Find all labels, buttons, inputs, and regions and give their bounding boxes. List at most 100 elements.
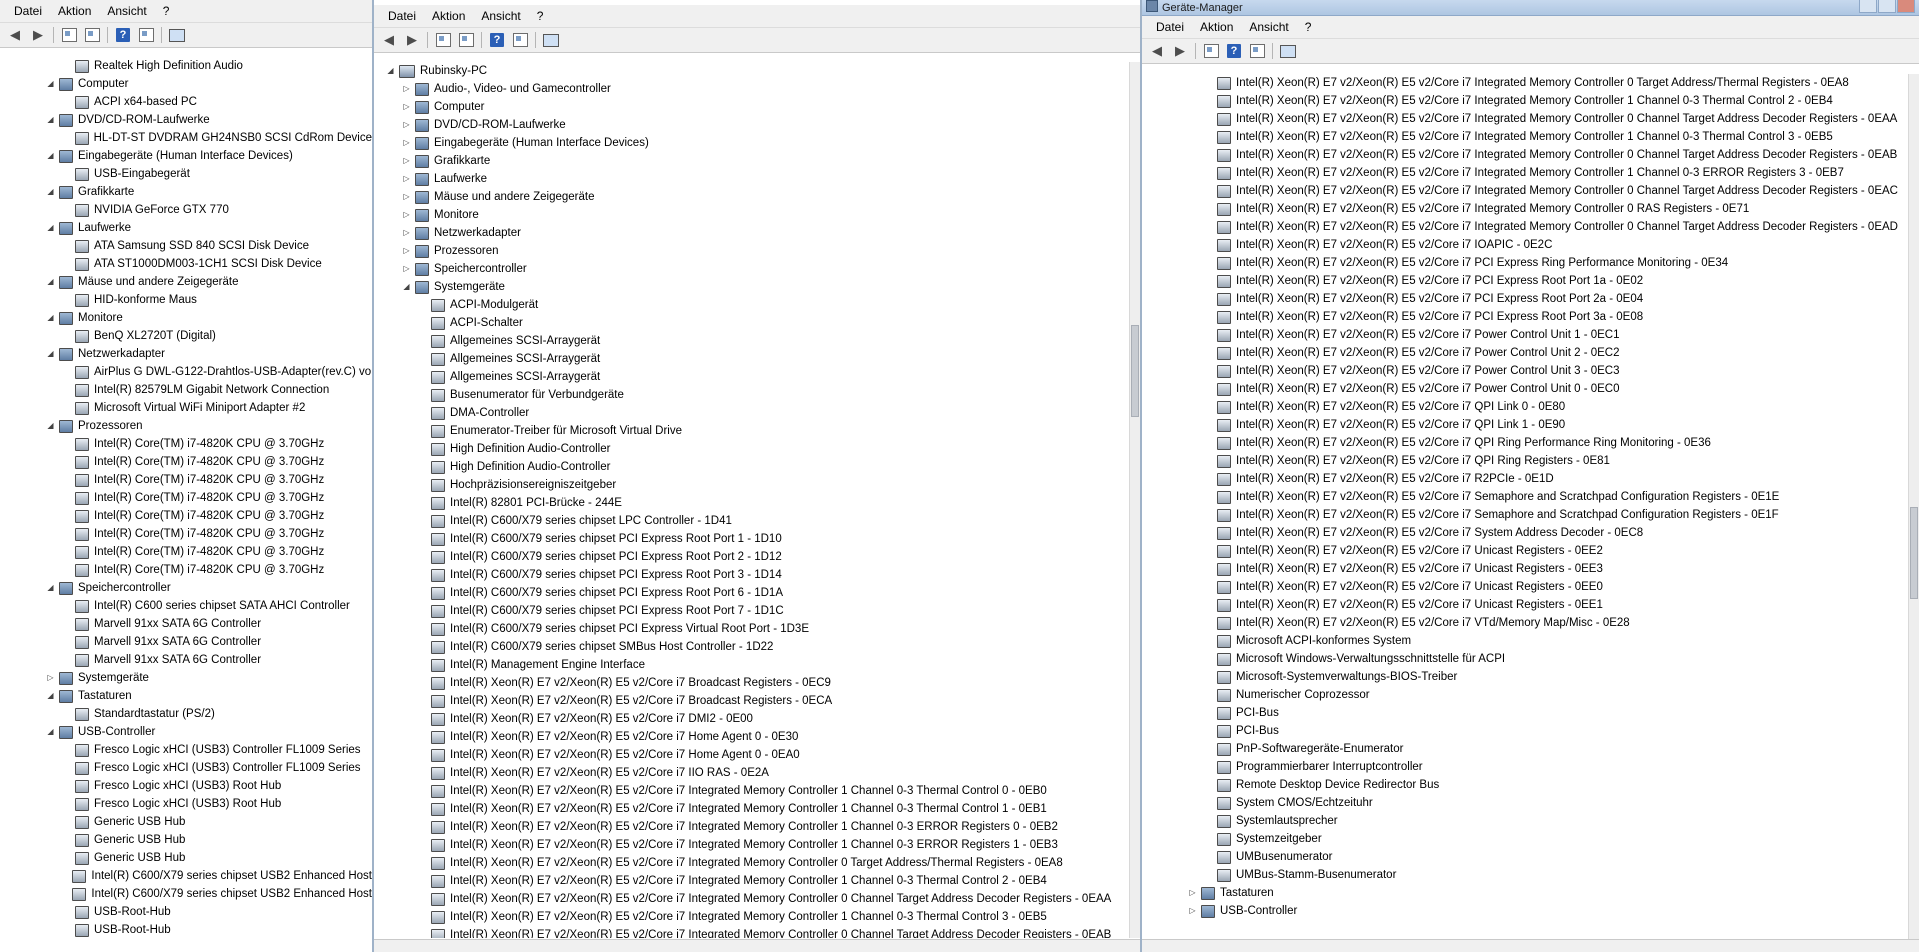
device-node[interactable]: Intel(R) Xeon(R) E7 v2/Xeon(R) E5 v2/Cor… <box>374 836 1140 854</box>
device-node[interactable]: Intel(R) Xeon(R) E7 v2/Xeon(R) E5 v2/Cor… <box>1142 362 1919 380</box>
device-node[interactable]: Intel(R) Xeon(R) E7 v2/Xeon(R) E5 v2/Cor… <box>1142 146 1919 164</box>
device-node[interactable]: UMBusenumerator <box>1142 848 1919 866</box>
device-node[interactable]: UMBus-Stamm-Busenumerator <box>1142 866 1919 884</box>
expand-arrow-icon[interactable]: ▷ <box>402 206 411 224</box>
category-node[interactable]: ▷ Computer <box>374 98 1140 116</box>
expand-arrow-icon[interactable]: ▷ <box>402 224 411 242</box>
device-node[interactable]: Allgemeines SCSI-Arraygerät <box>374 332 1140 350</box>
help-icon[interactable]: ? <box>114 26 132 44</box>
device-node[interactable]: ATA Samsung SSD 840 SCSI Disk Device <box>0 237 372 255</box>
device-node[interactable]: Intel(R) Xeon(R) E7 v2/Xeon(R) E5 v2/Cor… <box>1142 92 1919 110</box>
expand-arrow-icon[interactable]: ▷ <box>1188 884 1197 902</box>
device-node[interactable]: Intel(R) C600/X79 series chipset LPC Con… <box>374 512 1140 530</box>
collapse-arrow-icon[interactable]: ◢ <box>46 75 55 93</box>
device-node[interactable]: ACPI x64-based PC <box>0 93 372 111</box>
scan-hardware-icon[interactable] <box>1279 42 1297 60</box>
category-node[interactable]: ◢ Grafikkarte <box>0 183 372 201</box>
device-node[interactable]: Intel(R) C600/X79 series chipset USB2 En… <box>0 867 372 885</box>
device-node[interactable]: High Definition Audio-Controller <box>374 458 1140 476</box>
category-node[interactable]: ◢ Mäuse und andere Zeigegeräte <box>0 273 372 291</box>
menu-aktion[interactable]: Aktion <box>424 7 473 25</box>
device-node[interactable]: Intel(R) Xeon(R) E7 v2/Xeon(R) E5 v2/Cor… <box>1142 290 1919 308</box>
device-node[interactable]: Generic USB Hub <box>0 849 372 867</box>
device-node[interactable]: Intel(R) Core(TM) i7-4820K CPU @ 3.70GHz <box>0 525 372 543</box>
device-node[interactable]: Intel(R) Xeon(R) E7 v2/Xeon(R) E5 v2/Cor… <box>1142 182 1919 200</box>
expand-arrow-icon[interactable]: ▷ <box>402 80 411 98</box>
device-node[interactable]: Intel(R) Xeon(R) E7 v2/Xeon(R) E5 v2/Cor… <box>1142 236 1919 254</box>
collapse-arrow-icon[interactable]: ◢ <box>46 345 55 363</box>
device-node[interactable]: Intel(R) Xeon(R) E7 v2/Xeon(R) E5 v2/Cor… <box>1142 560 1919 578</box>
device-node[interactable]: Intel(R) Xeon(R) E7 v2/Xeon(R) E5 v2/Cor… <box>374 728 1140 746</box>
properties-icon[interactable] <box>83 26 101 44</box>
device-node[interactable]: Intel(R) Xeon(R) E7 v2/Xeon(R) E5 v2/Cor… <box>1142 524 1919 542</box>
category-node[interactable]: ◢ Computer <box>0 75 372 93</box>
device-node[interactable]: Microsoft Virtual WiFi Miniport Adapter … <box>0 399 372 417</box>
collapse-arrow-icon[interactable]: ◢ <box>46 687 55 705</box>
scan-hardware-icon[interactable] <box>168 26 186 44</box>
device-node[interactable]: Standardtastatur (PS/2) <box>0 705 372 723</box>
scrollbar-thumb[interactable] <box>1131 324 1139 417</box>
collapse-arrow-icon[interactable]: ◢ <box>46 111 55 129</box>
device-node[interactable]: Intel(R) Core(TM) i7-4820K CPU @ 3.70GHz <box>0 489 372 507</box>
device-node[interactable]: DMA-Controller <box>374 404 1140 422</box>
menu-ansicht[interactable]: Ansicht <box>1241 18 1296 36</box>
category-node[interactable]: ▷ Mäuse und andere Zeigegeräte <box>374 188 1140 206</box>
device-node[interactable]: Intel(R) C600 series chipset SATA AHCI C… <box>0 597 372 615</box>
collapse-arrow-icon[interactable]: ◢ <box>402 278 411 296</box>
device-node[interactable]: Intel(R) C600/X79 series chipset SMBus H… <box>374 638 1140 656</box>
scan-hardware-icon[interactable] <box>542 31 560 49</box>
device-node[interactable]: USB-Root-Hub <box>0 921 372 939</box>
device-node[interactable]: Intel(R) 82801 PCI-Brücke - 244E <box>374 494 1140 512</box>
back-arrow-icon[interactable]: ◀ <box>6 26 24 44</box>
device-node[interactable]: Marvell 91xx SATA 6G Controller <box>0 615 372 633</box>
device-node[interactable]: AirPlus G DWL-G122-Drahtlos-USB-Adapter(… <box>0 363 372 381</box>
expand-arrow-icon[interactable]: ▷ <box>402 134 411 152</box>
device-node[interactable]: Marvell 91xx SATA 6G Controller <box>0 651 372 669</box>
category-node[interactable]: ◢ USB-Controller <box>0 723 372 741</box>
device-node[interactable]: Intel(R) Xeon(R) E7 v2/Xeon(R) E5 v2/Cor… <box>374 782 1140 800</box>
device-node[interactable]: Intel(R) C600/X79 series chipset PCI Exp… <box>374 584 1140 602</box>
device-node[interactable]: Intel(R) Xeon(R) E7 v2/Xeon(R) E5 v2/Cor… <box>374 908 1140 926</box>
expand-arrow-icon[interactable]: ▷ <box>402 116 411 134</box>
category-node[interactable]: ▷ Eingabegeräte (Human Interface Devices) <box>374 134 1140 152</box>
device-node[interactable]: ACPI-Schalter <box>374 314 1140 332</box>
forward-arrow-icon[interactable]: ▶ <box>29 26 47 44</box>
device-node[interactable]: Realtek High Definition Audio <box>0 57 372 75</box>
expand-arrow-icon[interactable]: ▷ <box>402 242 411 260</box>
expand-arrow-icon[interactable]: ▷ <box>402 170 411 188</box>
device-node[interactable]: Intel(R) Xeon(R) E7 v2/Xeon(R) E5 v2/Cor… <box>1142 272 1919 290</box>
device-node[interactable]: Generic USB Hub <box>0 813 372 831</box>
device-node[interactable]: Fresco Logic xHCI (USB3) Controller FL10… <box>0 759 372 777</box>
device-node[interactable]: Intel(R) C600/X79 series chipset PCI Exp… <box>374 620 1140 638</box>
device-node[interactable]: Intel(R) C600/X79 series chipset PCI Exp… <box>374 566 1140 584</box>
category-node[interactable]: ◢ Eingabegeräte (Human Interface Devices) <box>0 147 372 165</box>
category-node[interactable]: ◢ Systemgeräte <box>374 278 1140 296</box>
category-node[interactable]: ▷ Grafikkarte <box>374 152 1140 170</box>
device-node[interactable]: PnP-Softwaregeräte-Enumerator <box>1142 740 1919 758</box>
device-node[interactable]: BenQ XL2720T (Digital) <box>0 327 372 345</box>
category-node[interactable]: ◢ DVD/CD-ROM-Laufwerke <box>0 111 372 129</box>
device-node[interactable]: Intel(R) Xeon(R) E7 v2/Xeon(R) E5 v2/Cor… <box>1142 218 1919 236</box>
device-node[interactable]: Intel(R) Xeon(R) E7 v2/Xeon(R) E5 v2/Cor… <box>1142 578 1919 596</box>
collapse-arrow-icon[interactable]: ◢ <box>46 273 55 291</box>
device-node[interactable]: Intel(R) Core(TM) i7-4820K CPU @ 3.70GHz <box>0 543 372 561</box>
show-hide-console-tree-icon[interactable] <box>434 31 452 49</box>
help-icon[interactable]: ? <box>488 31 506 49</box>
device-node[interactable]: Fresco Logic xHCI (USB3) Root Hub <box>0 795 372 813</box>
category-node[interactable]: ◢ Laufwerke <box>0 219 372 237</box>
show-hide-console-tree-icon[interactable] <box>1202 42 1220 60</box>
device-node[interactable]: Intel(R) Xeon(R) E7 v2/Xeon(R) E5 v2/Cor… <box>1142 416 1919 434</box>
collapse-arrow-icon[interactable]: ◢ <box>46 309 55 327</box>
device-node[interactable]: Intel(R) Xeon(R) E7 v2/Xeon(R) E5 v2/Cor… <box>1142 506 1919 524</box>
expand-arrow-icon[interactable]: ▷ <box>402 98 411 116</box>
device-node[interactable]: Intel(R) Xeon(R) E7 v2/Xeon(R) E5 v2/Cor… <box>1142 308 1919 326</box>
device-node[interactable]: HID-konforme Maus <box>0 291 372 309</box>
category-node[interactable]: ▷ Audio-, Video- und Gamecontroller <box>374 80 1140 98</box>
category-node[interactable]: ◢ Monitore <box>0 309 372 327</box>
device-node[interactable]: Systemzeitgeber <box>1142 830 1919 848</box>
collapse-arrow-icon[interactable]: ◢ <box>386 62 395 80</box>
computer-node[interactable]: ◢ Rubinsky-PC <box>374 62 1140 80</box>
device-node[interactable]: USB-Root-Hub <box>0 903 372 921</box>
device-node[interactable]: Microsoft ACPI-konformes System <box>1142 632 1919 650</box>
device-node[interactable]: Intel(R) Xeon(R) E7 v2/Xeon(R) E5 v2/Cor… <box>1142 614 1919 632</box>
